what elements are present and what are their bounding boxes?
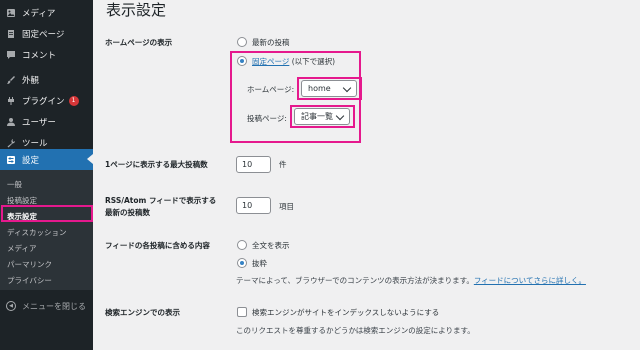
menu-item-users[interactable]: ユーザー: [0, 111, 93, 132]
homepage-display-label: ホームページの表示: [105, 38, 173, 47]
excerpt-label: 抜粋: [252, 259, 267, 268]
users-icon: [5, 116, 16, 127]
posts-per-page-unit: 件: [279, 160, 287, 169]
settings-icon: [5, 154, 16, 165]
feed-count-label-line1: RSS/Atom フィードで表示する: [105, 196, 217, 205]
appearance-icon: [5, 74, 16, 85]
submenu-discussion[interactable]: ディスカッション: [0, 224, 93, 240]
feed-count-unit: 項目: [279, 202, 294, 211]
menu-label: ユーザー: [22, 117, 56, 128]
menu-label: 設定: [22, 155, 40, 166]
comments-icon: [5, 49, 16, 60]
menu-label: プラグイン: [22, 96, 65, 107]
tools-icon: [5, 137, 16, 148]
admin-sidebar: メディア 固定ページ コメント 外観 プラグイン 1 ユーザー ツール 設定 一…: [0, 0, 93, 350]
collapse-label: メニューを閉じる: [22, 301, 86, 311]
static-page-suffix: (以下で選択): [289, 57, 336, 66]
menu-item-appearance[interactable]: 外観: [0, 69, 93, 90]
menu-label: メディア: [22, 8, 56, 19]
homepage-select-value: home: [308, 84, 331, 93]
static-page-link[interactable]: 固定ページ: [252, 57, 289, 66]
main-content: 表示設定 ホームページの表示 最新の投稿 固定ページ (以下で選択) ホームペー…: [93, 0, 640, 350]
feed-content-note: テーマによって、ブラウザーでのコンテンツの表示方法が決まります。フィードについて…: [236, 275, 586, 286]
collapse-menu-button[interactable]: ◀ メニューを閉じる: [0, 296, 93, 316]
posts-page-select[interactable]: 記事一覧: [294, 108, 350, 125]
submenu-privacy[interactable]: プライバシー: [0, 272, 93, 288]
media-icon: [5, 7, 16, 18]
menu-item-settings[interactable]: 設定: [0, 149, 93, 170]
pages-icon: [5, 28, 16, 39]
settings-submenu: 一般 投稿設定 表示設定 ディスカッション メディア パーマリンク プライバシー: [0, 170, 93, 290]
search-engine-note: このリクエストを尊重するかどうかは検索エンジンの設定によります。: [236, 326, 475, 335]
posts-page-select-value: 記事一覧: [301, 112, 333, 121]
menu-label: ツール: [22, 138, 48, 149]
submenu-general[interactable]: 一般: [0, 176, 93, 192]
collapse-arrow-icon: ◀: [6, 301, 16, 311]
update-count-badge: 1: [68, 95, 79, 106]
feed-count-input[interactable]: 10: [236, 197, 271, 214]
feed-learn-more-link[interactable]: フィードについてさらに詳しく。: [474, 276, 586, 285]
plugins-icon: [5, 95, 16, 106]
menu-item-media[interactable]: メディア: [0, 2, 93, 23]
latest-posts-radio[interactable]: [237, 37, 247, 47]
posts-per-page-input[interactable]: 10: [236, 156, 271, 173]
homepage-select[interactable]: home: [301, 80, 357, 97]
posts-per-page-label: 1ページに表示する最大投稿数: [105, 160, 208, 169]
static-page-option: 固定ページ (以下で選択): [252, 56, 335, 67]
excerpt-radio[interactable]: [237, 258, 247, 268]
submenu-media[interactable]: メディア: [0, 240, 93, 256]
discourage-indexing-checkbox[interactable]: [237, 307, 247, 317]
menu-item-plugins[interactable]: プラグイン 1: [0, 90, 93, 111]
search-engine-label: 検索エンジンでの表示: [105, 308, 180, 317]
chevron-down-icon: [342, 83, 352, 93]
menu-item-comments[interactable]: コメント: [0, 44, 93, 65]
feed-count-label-line2: 最新の投稿数: [105, 208, 150, 217]
menu-label: 固定ページ: [22, 29, 65, 40]
menu-label: コメント: [22, 50, 57, 61]
reading-highlight-box: [1, 205, 93, 222]
homepage-select-label: ホームページ:: [247, 85, 295, 94]
submenu-permalinks[interactable]: パーマリンク: [0, 256, 93, 272]
feed-content-label: フィードの各投稿に含める内容: [105, 241, 210, 250]
latest-posts-label: 最新の投稿: [252, 38, 290, 47]
full-text-radio[interactable]: [237, 240, 247, 250]
menu-label: 外観: [22, 75, 40, 86]
full-text-label: 全文を表示: [252, 241, 290, 250]
chevron-down-icon: [335, 111, 345, 121]
discourage-indexing-label: 検索エンジンがサイトをインデックスしないようにする: [252, 308, 440, 317]
menu-item-pages[interactable]: 固定ページ: [0, 23, 93, 44]
feed-note-text: テーマによって、ブラウザーでのコンテンツの表示方法が決まります。: [236, 276, 474, 285]
static-page-radio[interactable]: [237, 56, 247, 66]
posts-page-select-label: 投稿ページ:: [247, 114, 287, 123]
page-title: 表示設定: [106, 1, 167, 19]
